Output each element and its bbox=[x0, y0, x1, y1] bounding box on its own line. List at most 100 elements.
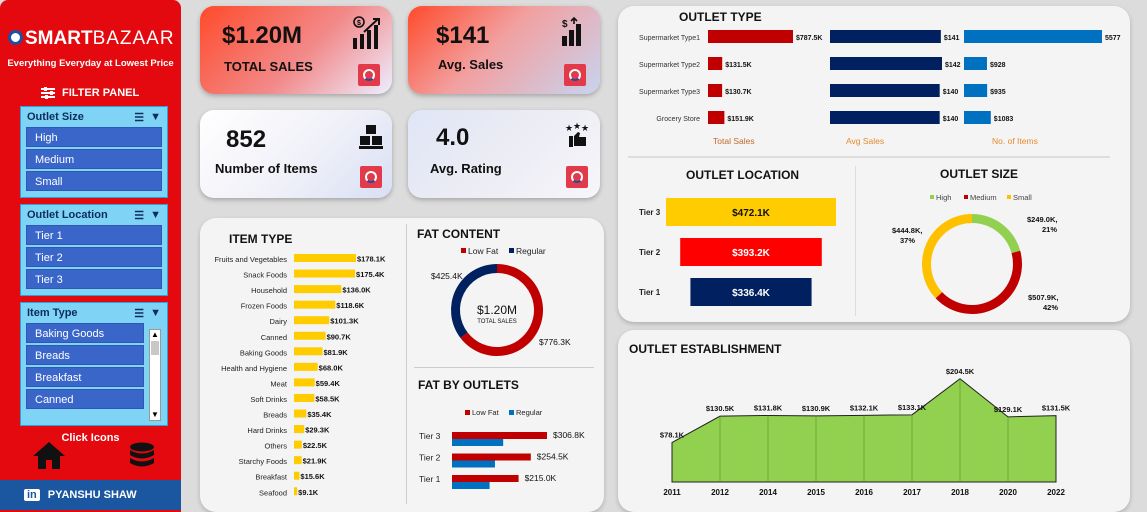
slicer-title: Outlet Size bbox=[27, 111, 84, 123]
item-type-tick-baking-goods: Baking Goods bbox=[240, 348, 287, 357]
multi-select-icon[interactable]: ☰ bbox=[134, 209, 144, 222]
item-type-chart: Fruits and Vegetables $178.1K Snack Foods $… bbox=[214, 254, 386, 497]
item-type-label-frozen-foods: $118.6K bbox=[336, 301, 365, 310]
outlet-location-tick-tier-1: Tier 1 bbox=[639, 288, 661, 297]
database-icon[interactable] bbox=[128, 442, 156, 472]
outlet-size-label-medium: $507.9K, 42% bbox=[1028, 293, 1058, 312]
item-type-tick-others: Others bbox=[264, 442, 287, 451]
slicer-title: Item Type bbox=[27, 307, 78, 319]
fat-outlets-bar-low-fat-tier-3 bbox=[452, 432, 547, 439]
slicer-item-tier-1[interactable]: Tier 1 bbox=[26, 225, 162, 245]
slicer-item-breakfast[interactable]: Breakfast bbox=[26, 367, 144, 387]
filter-sliders-icon bbox=[41, 87, 55, 99]
multi-select-icon[interactable]: ☰ bbox=[134, 307, 144, 320]
item-type-bar-starchy-foods bbox=[294, 456, 302, 465]
slicer-scrollbar[interactable]: ▲ ▼ bbox=[149, 329, 161, 421]
fat-outlets-tick-tier-2: Tier 2 bbox=[419, 453, 441, 463]
clear-filter-icon[interactable]: ▼ bbox=[150, 111, 161, 124]
panel-divider bbox=[628, 156, 1110, 158]
item-type-label-seafood: $9.1K bbox=[298, 488, 319, 497]
item-type-bar-soft-drinks bbox=[294, 393, 315, 402]
outlet-location-title: OUTLET LOCATION bbox=[686, 168, 800, 182]
fat-by-outlets-title: FAT BY OUTLETS bbox=[418, 378, 519, 392]
outlet-type-bar-no-of-items-grocery-store bbox=[964, 111, 991, 124]
outlet-type-series-no-of-items: No. of Items bbox=[992, 136, 1038, 146]
outlet-size-title: OUTLET SIZE bbox=[940, 167, 1018, 181]
slicer-item-canned[interactable]: Canned bbox=[26, 389, 144, 409]
outlet-type-label-total-sales-supermarket-type1: $787.5K bbox=[796, 35, 822, 42]
slicer-item-breads[interactable]: Breads bbox=[26, 345, 144, 365]
scroll-thumb[interactable] bbox=[151, 341, 159, 355]
fat-outlets-bar-regular-tier-2 bbox=[452, 460, 495, 468]
svg-text:★: ★ bbox=[565, 123, 573, 133]
outlet-type-label-no-of-items-grocery-store: $1083 bbox=[994, 116, 1014, 123]
slicer-item-baking-goods[interactable]: Baking Goods bbox=[26, 323, 144, 343]
outlet-size-legend-high: High bbox=[936, 193, 951, 202]
scroll-down-icon[interactable]: ▼ bbox=[150, 410, 160, 420]
item-type-label-health-and-hygiene: $68.0K bbox=[319, 363, 344, 372]
slicer-item-medium[interactable]: Medium bbox=[26, 149, 162, 169]
item-type-tick-frozen-foods: Frozen Foods bbox=[241, 302, 288, 311]
outlet-location-label-tier-1: $336.4K bbox=[732, 288, 771, 299]
outlet-type-label-avg-sales-supermarket-type2: $142 bbox=[945, 62, 961, 69]
outlet-type-bar-avg-sales-supermarket-type1 bbox=[830, 30, 941, 43]
svg-text:★: ★ bbox=[581, 123, 589, 133]
kpi-value: $1.20M bbox=[222, 22, 303, 49]
item-type-tick-snack-foods: Snack Foods bbox=[243, 271, 287, 280]
outlet-size-label-high: $249.0K, 21% bbox=[1027, 215, 1057, 234]
kpi-label: Avg. Sales bbox=[438, 57, 504, 72]
fat-outlets-bar-low-fat-tier-1 bbox=[452, 475, 519, 482]
home-icon[interactable] bbox=[32, 440, 66, 470]
establishment-tick-2014: 2014 bbox=[759, 488, 777, 497]
outlet-size-label-small: $444.8K, 37% bbox=[892, 226, 922, 245]
slicer-item-tier-2[interactable]: Tier 2 bbox=[26, 247, 162, 267]
establishment-label-2016: $132.1K bbox=[850, 403, 879, 412]
slicer-item-tier-3[interactable]: Tier 3 bbox=[26, 269, 162, 289]
slicer-title: Outlet Location bbox=[27, 209, 108, 221]
item-type-bar-hard-drinks bbox=[294, 425, 305, 434]
scroll-up-icon[interactable]: ▲ bbox=[150, 330, 160, 340]
establishment-tick-2020: 2020 bbox=[999, 488, 1017, 497]
author-badge[interactable]: in PYANSHU SHAW bbox=[0, 480, 181, 510]
fat-outlets-bar-low-fat-tier-2 bbox=[452, 453, 531, 461]
smart-bazaar-logo: SMARTBAZAAR bbox=[8, 28, 175, 50]
item-type-title: ITEM TYPE bbox=[229, 232, 293, 246]
clear-filter-icon[interactable]: ▼ bbox=[150, 307, 161, 320]
fat-legend-low-fat: Low Fat bbox=[468, 246, 499, 256]
establishment-tick-2017: 2017 bbox=[903, 488, 921, 497]
item-type-tick-canned: Canned bbox=[261, 333, 287, 342]
slicer-item-small[interactable]: Small bbox=[26, 171, 162, 191]
fat-outlets-bar-regular-tier-1 bbox=[452, 482, 490, 489]
establishment-tick-2012: 2012 bbox=[711, 488, 729, 497]
fat-label-low-fat: $776.3K bbox=[539, 337, 571, 347]
item-type-tick-breads: Breads bbox=[263, 411, 287, 420]
filter-panel-heading: FILTER PANEL bbox=[40, 86, 139, 100]
establishment-label-2017: $133.1K bbox=[898, 403, 927, 412]
outlet-type-chart: Supermarket Type1 $787.5K $141 5577 Supermar… bbox=[639, 30, 1121, 146]
slicer-item-high[interactable]: High bbox=[26, 127, 162, 147]
outlet-size-slice-small bbox=[922, 214, 972, 299]
outlet-type-tick-supermarket-type1: Supermarket Type1 bbox=[639, 35, 700, 42]
establishment-label-2015: $130.9K bbox=[802, 404, 831, 413]
outlet-type-label-avg-sales-supermarket-type1: $141 bbox=[944, 35, 960, 42]
multi-select-icon[interactable]: ☰ bbox=[134, 111, 144, 124]
outlet-type-label-total-sales-supermarket-type2: $131.5K bbox=[725, 62, 751, 69]
brand-badge-icon bbox=[358, 64, 380, 86]
item-type-label-baking-goods: $81.9K bbox=[324, 348, 349, 357]
fat-center-label: TOTAL SALES bbox=[477, 319, 517, 325]
outlet-type-bar-no-of-items-supermarket-type1 bbox=[964, 30, 1102, 43]
author-name: PYANSHU SHAW bbox=[47, 489, 137, 501]
tagline: Everything Everyday at Lowest Price bbox=[7, 58, 174, 69]
outlet-type-label-no-of-items-supermarket-type3: $935 bbox=[990, 89, 1006, 96]
item-type-label-starchy-foods: $21.9K bbox=[303, 457, 328, 466]
fat-label-regular: $425.4K bbox=[431, 271, 463, 281]
kpi-label: TOTAL SALES bbox=[224, 59, 313, 74]
item-type-bar-breakfast bbox=[294, 471, 300, 480]
outlet-type-label-total-sales-supermarket-type3: $130.7K bbox=[725, 89, 751, 96]
outlet-location-tick-tier-3: Tier 3 bbox=[639, 208, 661, 217]
clear-filter-icon[interactable]: ▼ bbox=[150, 209, 161, 222]
item-type-tick-soft-drinks: Soft Drinks bbox=[250, 395, 287, 404]
outlet-size-legend-small: Small bbox=[1013, 193, 1032, 202]
item-type-bar-baking-goods bbox=[294, 347, 323, 356]
fat-outlets-bar-regular-tier-3 bbox=[452, 439, 504, 446]
